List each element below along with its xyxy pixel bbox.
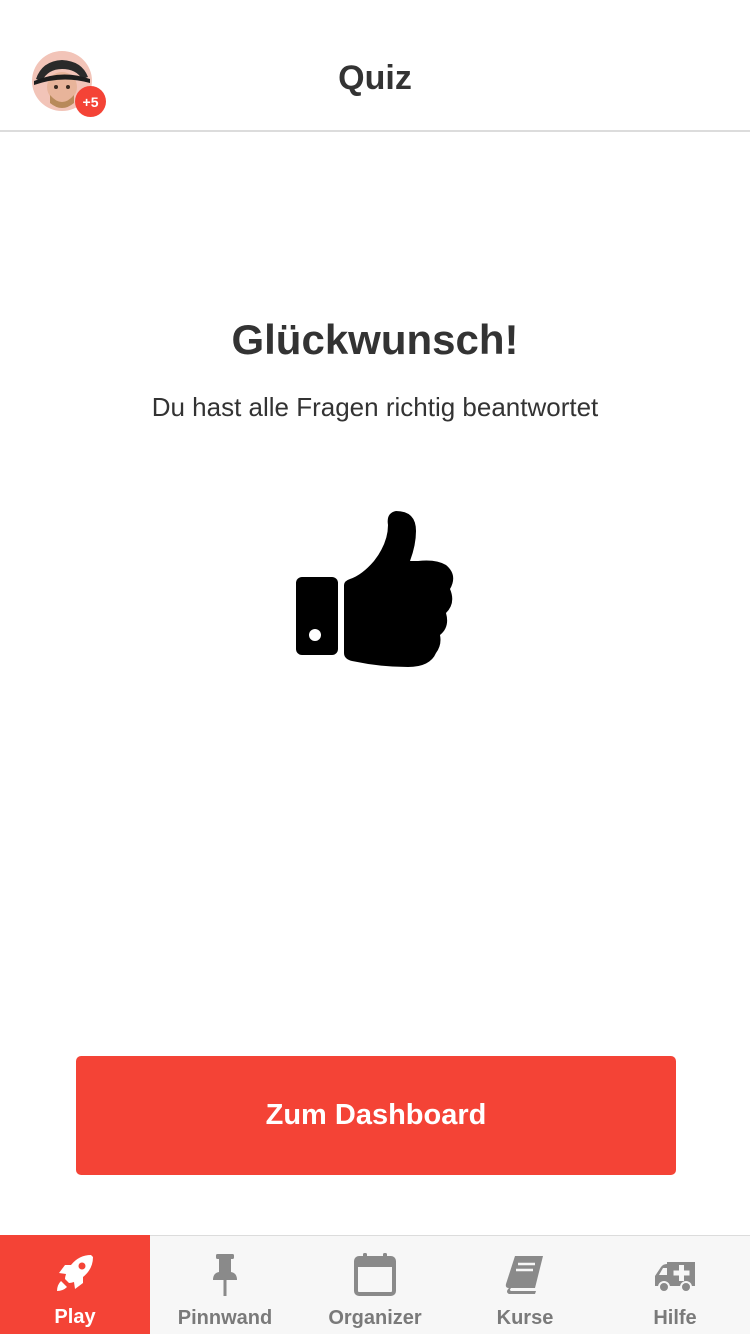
quiz-result-screen: +5 Quiz Glückwunsch! Du hast alle Fragen… xyxy=(0,0,750,1334)
tab-organizer[interactable]: Organizer xyxy=(300,1236,450,1334)
page-title: Quiz xyxy=(338,59,412,97)
tab-label: Hilfe xyxy=(653,1307,697,1329)
calendar-icon xyxy=(354,1253,396,1296)
dashboard-button[interactable]: Zum Dashboard xyxy=(76,1056,676,1175)
tab-kurse[interactable]: Kurse xyxy=(450,1236,600,1334)
thumbs-up-icon xyxy=(296,511,454,667)
tab-label: Organizer xyxy=(328,1307,422,1329)
tab-label: Pinnwand xyxy=(177,1307,273,1329)
congrats-heading: Glückwunsch! xyxy=(231,316,519,363)
tab-hilfe[interactable]: Hilfe xyxy=(600,1236,750,1334)
book-icon xyxy=(505,1256,543,1294)
tab-label: Kurse xyxy=(496,1307,554,1329)
congrats-subtitle: Du hast alle Fragen richtig beantwortet xyxy=(151,392,599,422)
tab-play[interactable]: Play xyxy=(0,1235,150,1334)
tab-pinnwand[interactable]: Pinnwand xyxy=(150,1236,300,1334)
pushpin-icon xyxy=(213,1254,237,1296)
rocket-icon xyxy=(57,1255,93,1291)
tab-label: Play xyxy=(54,1306,96,1328)
ambulance-icon xyxy=(655,1262,695,1293)
bottom-tab-bar: Play Pinnwand Organizer Kurse Hilfe xyxy=(0,1235,750,1334)
app-header: +5 Quiz xyxy=(0,0,750,132)
